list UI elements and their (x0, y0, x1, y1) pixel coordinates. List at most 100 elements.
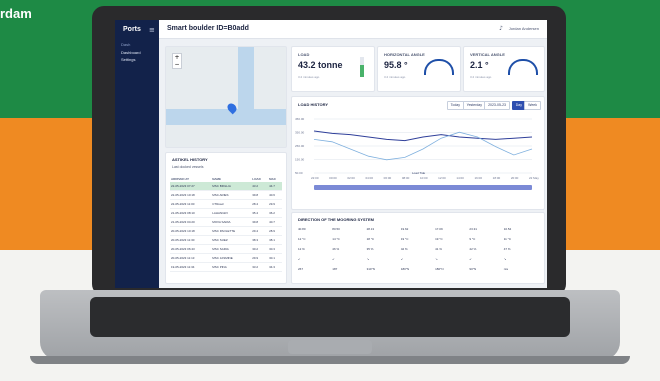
direction-cell: 41 % (435, 247, 442, 251)
x-tick-label: 22:00 (311, 176, 319, 180)
metric-timestamp: 3.2 minutes ago (470, 75, 492, 79)
load-level-fill (360, 65, 364, 77)
table-cell: 43.2 (251, 182, 269, 191)
table-cell: MSC BRILLIA (211, 182, 252, 191)
table-cell: LAHANGRI (211, 208, 252, 218)
table-cell: 22-05-2023 11:00 (170, 199, 212, 209)
direction-cell: 90°N (469, 267, 477, 271)
direction-cell: ↘ (503, 257, 507, 261)
table-row[interactable]: 21-05-2023 04:20 MOVA SARIA 39.8 40.7 (170, 217, 282, 227)
laptop-front-edge (30, 356, 630, 364)
table-cell: MSC PINA (211, 262, 252, 272)
table-cell: 34.3 (268, 262, 282, 272)
x-tick-label: 14:00 (456, 176, 464, 180)
user-name[interactable]: Jordan Andersen (509, 26, 539, 31)
direction-cell: 12 °C (298, 237, 306, 241)
water-channel (166, 109, 286, 125)
laptop-keyboard (90, 297, 570, 337)
chart-legend: Load Tide (412, 171, 426, 175)
app-logo: Ports (123, 26, 141, 33)
direction-cell: ↘ (435, 257, 438, 261)
x-tick-label: 08:00 (402, 176, 410, 180)
table-row[interactable]: 22-05-2023 10:18 MSC ARIES 39.8 40.6 (170, 190, 282, 200)
table-row[interactable]: 20-05-2023 06:43 MSC SARIA 30.2 30.3 (170, 244, 282, 254)
direction-cell: 47 % (503, 247, 511, 251)
load-history-chart: 450.00 350.00 250.00 150.00 50.00 22:00 00:00 0… (295, 117, 539, 180)
zoom-control[interactable]: + − (172, 53, 182, 69)
direction-cell: 42 % (400, 247, 408, 251)
table-cell: MSC PAOLETTE (211, 226, 252, 236)
table-cell: 39.8 (251, 217, 269, 227)
table-row[interactable]: 22-05-2023 11:00 CTRoad 28.4 29.9 (170, 199, 282, 209)
direction-cell: 40.80 (298, 227, 306, 231)
direction-cell: 187 (332, 267, 338, 271)
table-cell: MSC JASMINE (211, 253, 252, 263)
x-tick-label: 18:00 (493, 176, 501, 180)
table-cell: MSC SARIA (211, 244, 252, 254)
direction-cell: 267 (298, 267, 304, 271)
table-cell: 20-05-2023 11:30 (170, 235, 212, 245)
table-cell: 29.4 (251, 226, 269, 236)
y-tick-label: 150.00 (295, 158, 305, 162)
map-card[interactable]: + − (165, 46, 287, 148)
metric-label: LOAD (298, 52, 310, 57)
table-row[interactable]: 19-05-2023 11:34 MSC PINA 33.2 34.3 (170, 262, 282, 272)
table-cell: 20-05-2023 11:13 (170, 253, 212, 263)
table-cell: 30.2 (251, 244, 269, 254)
history-subtitle: Last docked vessels (172, 165, 204, 169)
table-cell: 33.2 (251, 262, 269, 272)
table-cell: 28.9 (268, 226, 282, 236)
sidebar: Ports ≡ Dash Dashboard Settings (115, 20, 159, 288)
metric-timestamp: 3.2 minutes ago (384, 75, 406, 79)
direction-cell: ↙ (469, 257, 472, 261)
table-row[interactable]: 20-05-2023 11:13 MSC JASMINE 29.9 30.1 (170, 253, 282, 263)
direction-cell: 9 °C (469, 237, 476, 241)
direction-cell: 180°N (400, 267, 410, 271)
table-cell: 20-05-2023 10:18 (170, 226, 212, 236)
top-bar: Smart boulder ID=B0add ♪ Jordan Andersen (159, 20, 547, 39)
table-cell: 40.7 (268, 217, 282, 227)
table-cell: MSC SUEZ (211, 235, 252, 245)
direction-cell: 10.54 (503, 227, 512, 231)
bell-icon[interactable]: ♪ (499, 25, 503, 32)
table-cell: 29.9 (251, 253, 269, 263)
history-card: ASTIKEL HISTORY Last docked vessels ARRI… (165, 152, 287, 284)
table-cell: 40.6 (268, 190, 282, 200)
direction-cell: 19 °C (400, 237, 409, 241)
time-range-slider[interactable] (314, 185, 532, 190)
table-cell: 38.1 (268, 235, 282, 245)
angle-gauge-icon (424, 59, 454, 75)
table-cell: CTRoad (211, 199, 252, 209)
x-tick-label: 02:00 (347, 176, 355, 180)
table-cell: 38.3 (251, 235, 269, 245)
sidebar-item-dashboard[interactable]: Dashboard (121, 50, 141, 55)
direction-card: DIRECTION OF THE MOORING SYSTEM 40.80 80.… (291, 212, 545, 284)
table-row[interactable]: 20-05-2023 11:30 MSC SUEZ 38.3 38.1 (170, 235, 282, 245)
x-tick-label: 10:00 (420, 176, 428, 180)
direction-cell: ↘ (366, 257, 370, 261)
metric-label: VERTICAL ANGLE (470, 52, 505, 57)
chart-title: LOAD HISTORY (298, 102, 329, 107)
metric-label: HORIZONTAL ANGLE (384, 52, 425, 57)
column-header: ARRIVED AT (171, 176, 189, 181)
metric-value: 2.1 ° (470, 60, 489, 70)
table-row[interactable]: 21-05-2023 08:10 LAHANGRI 35.4 36.2 (170, 208, 282, 218)
x-tick-label: 00:00 (329, 176, 337, 180)
column-header: MAX (269, 176, 276, 181)
history-table: ARRIVED AT NAME LOAD MAX 22-05-2023 07:27 MS… (170, 175, 282, 272)
table-cell: 36.2 (268, 208, 282, 218)
sidebar-section: Dash (121, 42, 131, 47)
direction-cell: 14 °C (332, 237, 340, 241)
menu-icon[interactable]: ≡ (149, 26, 155, 34)
direction-cell: 23.31 (469, 227, 477, 231)
laptop-trackpad (288, 340, 372, 354)
direction-cell: 28.13 (366, 227, 375, 231)
table-row[interactable]: 22-05-2023 07:27 MSC BRILLIA 43.2 44.7 (170, 182, 282, 191)
column-header: LOAD (252, 176, 261, 181)
table-cell: 35.4 (251, 208, 269, 218)
table-row[interactable]: 20-05-2023 10:18 MSC PAOLETTE 29.4 28.9 (170, 226, 282, 236)
brand-text: rdam (0, 6, 32, 21)
direction-cell: n/a (503, 267, 508, 271)
table-cell: MOVA SARIA (211, 217, 252, 227)
sidebar-item-settings[interactable]: Settings (121, 57, 135, 62)
